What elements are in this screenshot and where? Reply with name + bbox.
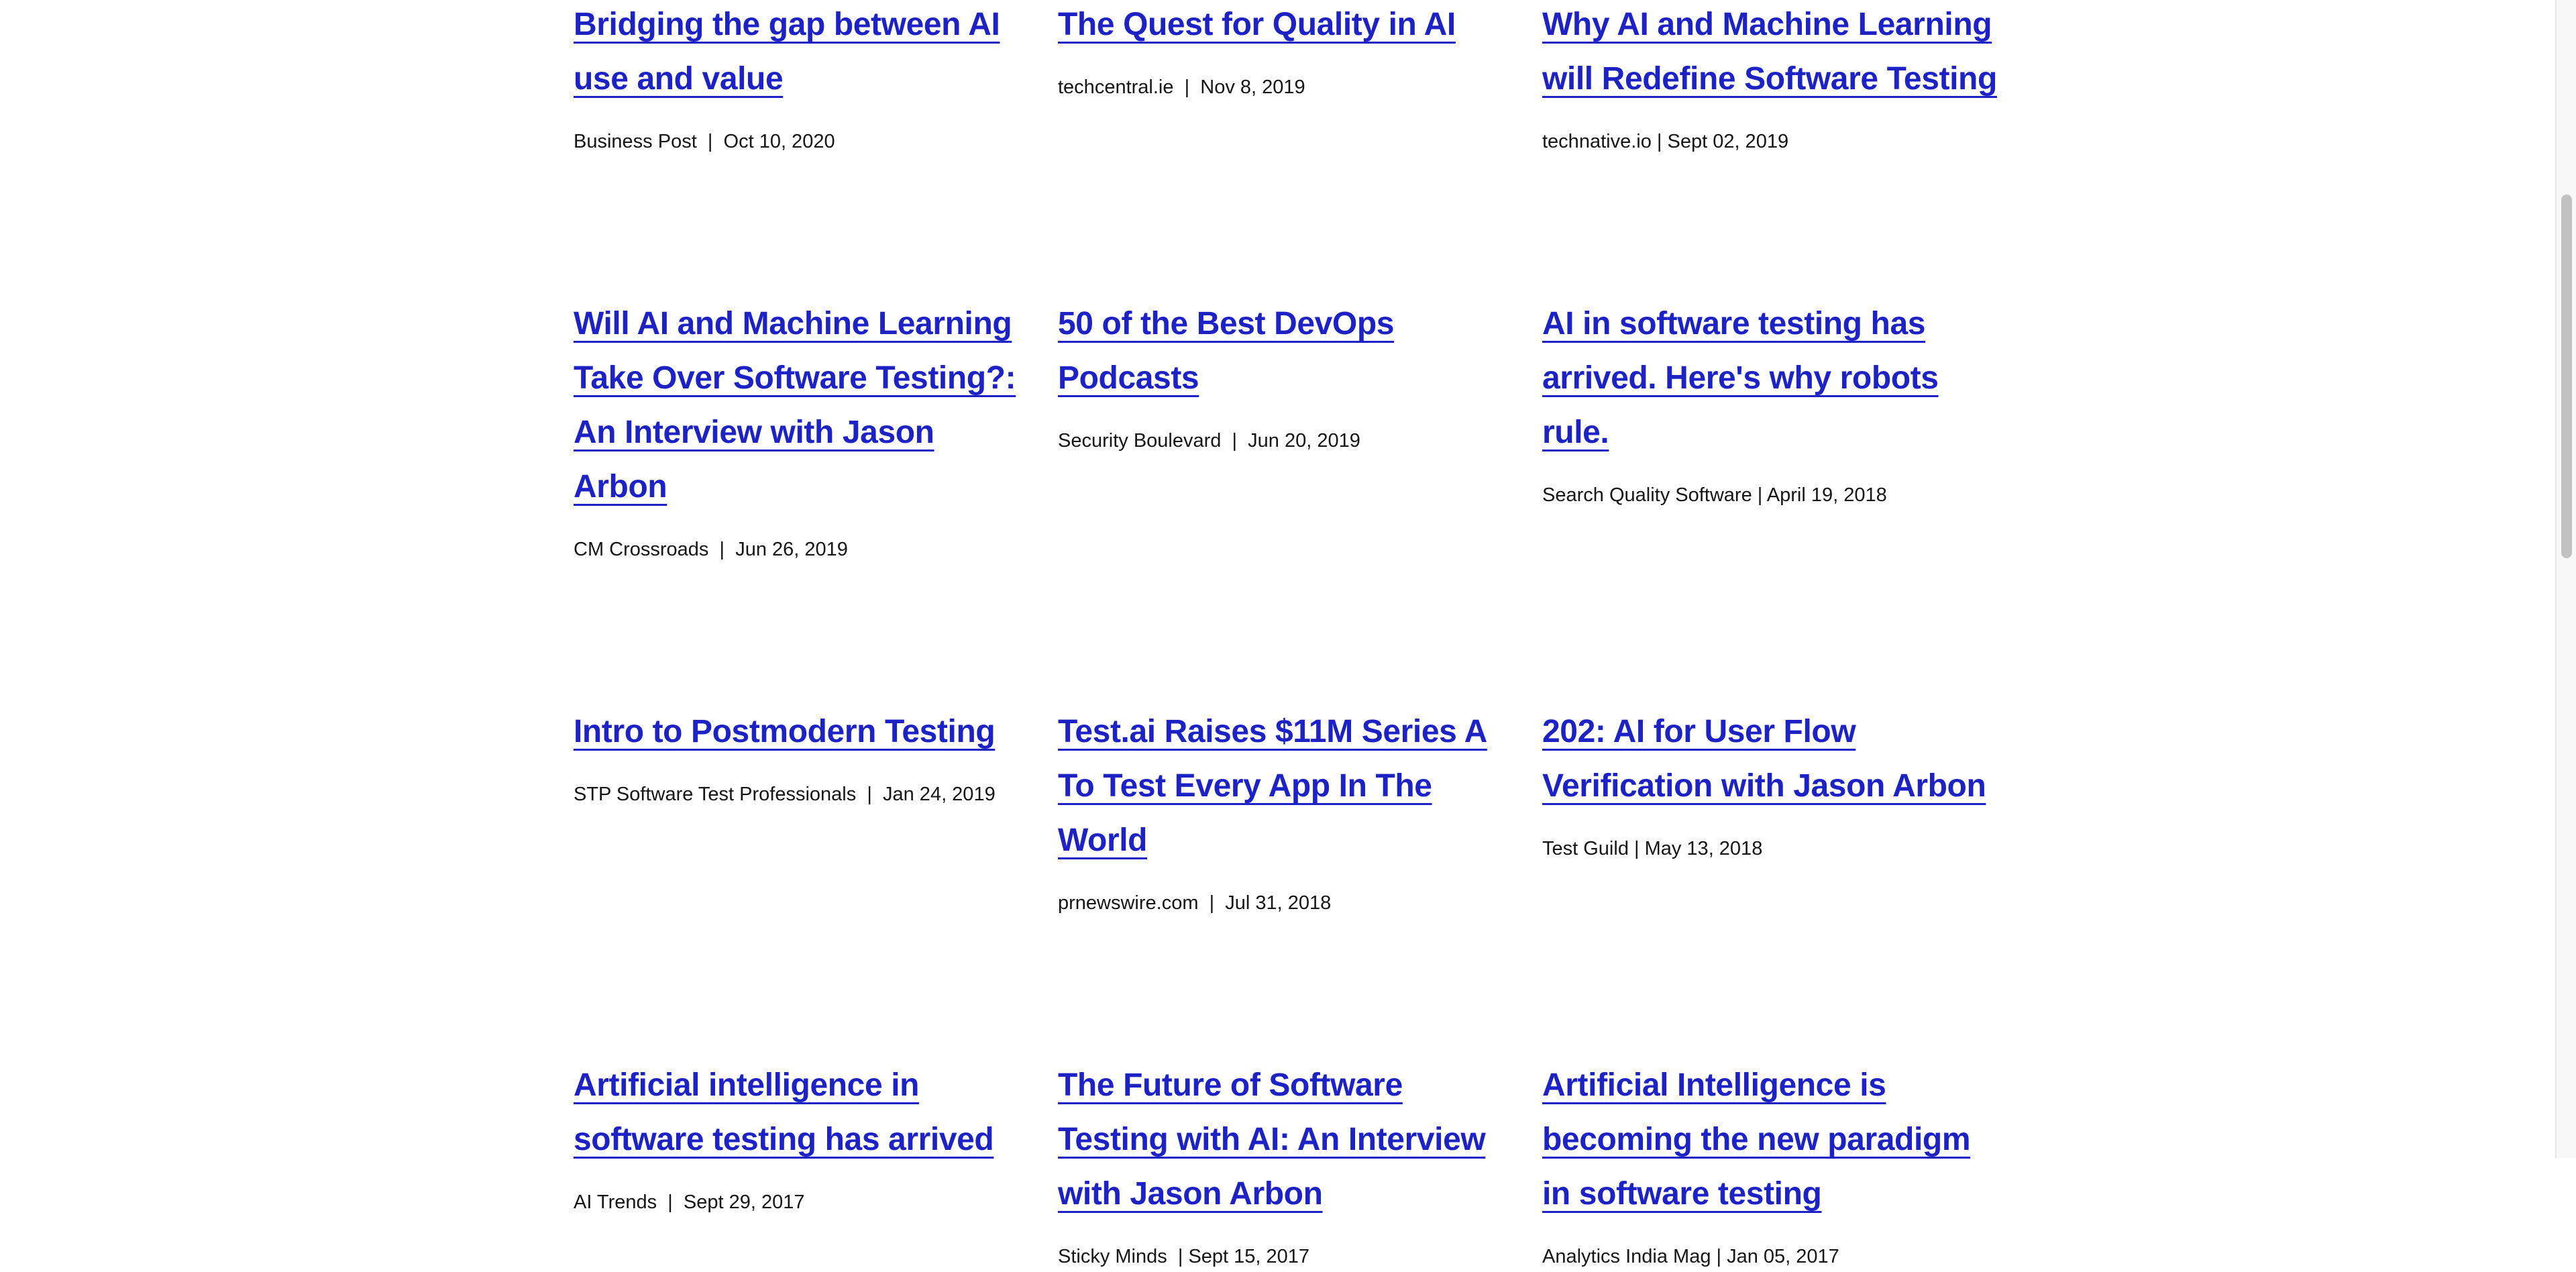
article-card: Test.ai Raises $11M Series A To Test Eve… [1058,704,1514,918]
article-title-link[interactable]: 202: AI for User Flow Verification with … [1542,704,1998,813]
article-card: The Quest for Quality in AI techcentral.i… [1058,0,1514,157]
article-source-date: techcentral.ie | Nov 8, 2019 [1058,76,1305,98]
article-card: Why AI and Machine Learning will Redefin… [1542,0,1998,157]
article-source-date: Analytics India Mag | Jan 05, 2017 [1542,1246,1839,1267]
article-card: The Future of Software Testing with AI: … [1058,1058,1514,1272]
article-title-link[interactable]: The Future of Software Testing with AI: … [1058,1058,1514,1221]
article-title-link[interactable]: Intro to Postmodern Testing [574,704,996,759]
article-card: 50 of the Best DevOps Podcasts Security B… [1058,297,1514,565]
article-source-date: Security Boulevard | Jun 20, 2019 [1058,430,1360,452]
article-source-date: AI Trends | Sept 29, 2017 [574,1191,805,1213]
article-source-date: Sticky Minds | Sept 15, 2017 [1058,1246,1310,1267]
article-title-link[interactable]: Artificial Intelligence is becoming the … [1542,1058,1998,1221]
article-source-date: Business Post | Oct 10, 2020 [574,131,835,152]
article-title-link[interactable]: Bridging the gap between AI use and valu… [574,0,1030,106]
article-title-link[interactable]: Test.ai Raises $11M Series A To Test Eve… [1058,704,1514,867]
article-title-link[interactable]: Why AI and Machine Learning will Redefin… [1542,0,1998,106]
article-source-date: Test Guild | May 13, 2018 [1542,838,1763,859]
article-card: Artificial intelligence in software test… [574,1058,1030,1272]
article-title-link[interactable]: AI in software testing has arrived. Here… [1542,297,1998,460]
article-title-link[interactable]: Will AI and Machine Learning Take Over S… [574,297,1030,514]
article-card: Intro to Postmodern Testing STP Software … [574,704,1030,918]
article-title-link[interactable]: 50 of the Best DevOps Podcasts [1058,297,1514,405]
article-source-date: Search Quality Software | April 19, 2018 [1542,484,1887,506]
article-source-date: STP Software Test Professionals | Jan 24… [574,784,996,805]
article-source-date: CM Crossroads | Jun 26, 2019 [574,539,848,560]
article-card: Artificial Intelligence is becoming the … [1542,1058,1998,1272]
article-source-date: technative.io | Sept 02, 2019 [1542,131,1789,152]
press-articles-grid: Bridging the gap between AI use and valu… [574,0,1998,1272]
scrollbar-thumb[interactable] [2561,195,2572,558]
article-card: AI in software testing has arrived. Here… [1542,297,1998,565]
article-card: Will AI and Machine Learning Take Over S… [574,297,1030,565]
article-source-date: prnewswire.com | Jul 31, 2018 [1058,892,1332,914]
vertical-scrollbar[interactable] [2555,0,2576,1158]
article-card: Bridging the gap between AI use and valu… [574,0,1030,157]
article-title-link[interactable]: Artificial intelligence in software test… [574,1058,1030,1167]
article-card: 202: AI for User Flow Verification with … [1542,704,1998,918]
article-title-link[interactable]: The Quest for Quality in AI [1058,0,1456,52]
